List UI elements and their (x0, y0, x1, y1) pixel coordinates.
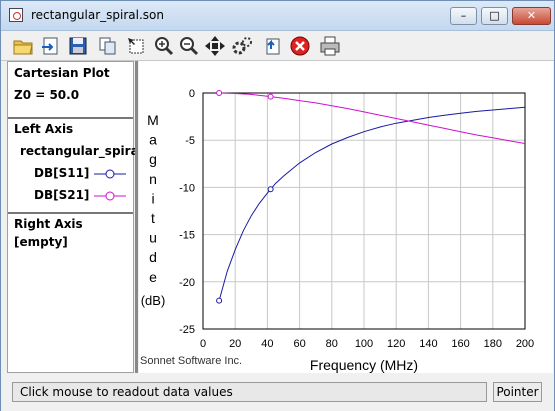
zoom-out-icon[interactable] (178, 35, 200, 57)
plot-info-section: Cartesian Plot Z0 = 50.0 (8, 62, 133, 119)
print-icon[interactable] (319, 35, 341, 57)
maximize-button[interactable]: □ (481, 7, 508, 25)
y-axis-label-letter: a (149, 132, 157, 148)
trace-s11-legend (94, 169, 126, 179)
copy-icon[interactable] (97, 35, 119, 57)
window-title: rectangular_spiral.son (31, 8, 164, 22)
x-tick-label: 180 (484, 338, 502, 350)
close-button[interactable]: ✕ (512, 7, 551, 25)
y-axis-label-letter: u (149, 230, 157, 246)
x-tick-label: 40 (261, 338, 273, 350)
right-axis-section[interactable]: Right Axis [empty] (8, 213, 133, 372)
series-marker (216, 297, 223, 304)
trace-s11-label[interactable]: DB[S11] (34, 166, 89, 180)
zoom-in-icon[interactable] (153, 35, 175, 57)
cartesian-plot[interactable]: 0 20 40 60 80 100 120 140 160 180 200 0 -5 -10 -15 -20 -… (139, 61, 553, 373)
x-axis-label: Frequency (MHz) (310, 357, 418, 373)
x-tick-label: 140 (419, 338, 437, 350)
y-tick-label: -5 (185, 135, 195, 147)
plot-info-panel: Cartesian Plot Z0 = 50.0 Left Axis recta… (7, 61, 139, 373)
title-bar[interactable]: rectangular_spiral.son – □ ✕ (1, 1, 554, 31)
status-bar: Click mouse to readout data values Point… (1, 375, 554, 411)
stop-icon[interactable] (289, 35, 311, 57)
y-tick-label: -20 (179, 277, 195, 289)
right-axis-value: [empty] (14, 235, 68, 249)
minimize-icon: – (460, 9, 467, 22)
trace-s21-label[interactable]: DB[S21] (34, 188, 89, 202)
plot-type-label: Cartesian Plot (14, 66, 110, 80)
x-tick-label: 120 (387, 338, 405, 350)
maximize-icon: □ (489, 9, 500, 22)
y-tick-label: -10 (179, 182, 195, 194)
settings-icon[interactable] (231, 35, 253, 57)
series-marker (267, 93, 274, 100)
select-icon[interactable] (125, 35, 147, 57)
pan-icon[interactable] (204, 35, 226, 57)
panel-splitter[interactable] (135, 61, 138, 373)
close-icon: ✕ (526, 9, 537, 22)
y-axis-label-letter: n (149, 171, 157, 187)
y-axis-label-letter: t (151, 210, 155, 226)
status-message: Click mouse to readout data values (12, 382, 487, 402)
left-axis-file: rectangular_spira (20, 144, 139, 158)
x-tick-label: 0 (200, 338, 206, 350)
left-axis-heading: Left Axis (14, 122, 74, 136)
trace-s21-legend (94, 191, 126, 201)
y-axis-label-letter: g (149, 151, 157, 167)
z0-label: Z0 = 50.0 (14, 88, 80, 102)
y-axis-label-letter: i (151, 190, 154, 206)
y-tick-label: -25 (179, 324, 195, 336)
app-icon (9, 8, 23, 22)
right-axis-heading: Right Axis (14, 217, 83, 231)
x-tick-label: 60 (293, 338, 305, 350)
y-axis-label-letter: e (149, 269, 157, 285)
y-tick-label: -15 (179, 230, 195, 242)
x-tick-label: 160 (451, 338, 469, 350)
x-tick-label: 100 (355, 338, 373, 350)
series-marker (216, 90, 223, 96)
y-axis-label-letter: d (149, 249, 157, 265)
y-tick-label: 0 (189, 88, 195, 100)
x-tick-label: 200 (516, 338, 534, 350)
refresh-icon[interactable] (263, 35, 285, 57)
y-axis-label-letter: M (147, 112, 159, 128)
x-tick-label: 20 (229, 338, 241, 350)
import-icon[interactable] (40, 35, 62, 57)
series-marker (267, 186, 274, 193)
y-axis-unit-label: (dB) (141, 293, 166, 308)
app-window: rectangular_spiral.son – □ ✕ Cartesian P… (0, 0, 555, 411)
left-axis-section[interactable]: Left Axis rectangular_spira DB[S11] DB[S… (8, 118, 139, 214)
minimize-button[interactable]: – (450, 7, 477, 25)
credit-text: Sonnet Software Inc. (140, 355, 242, 367)
toolbar (1, 31, 554, 61)
plot-area[interactable]: 0 20 40 60 80 100 120 140 160 180 200 0 -5 -10 -15 -20 -… (139, 61, 553, 373)
x-tick-label: 80 (326, 338, 338, 350)
save-icon[interactable] (67, 35, 89, 57)
open-folder-icon[interactable] (12, 35, 34, 57)
pointer-mode-button[interactable]: Pointer (493, 382, 542, 402)
